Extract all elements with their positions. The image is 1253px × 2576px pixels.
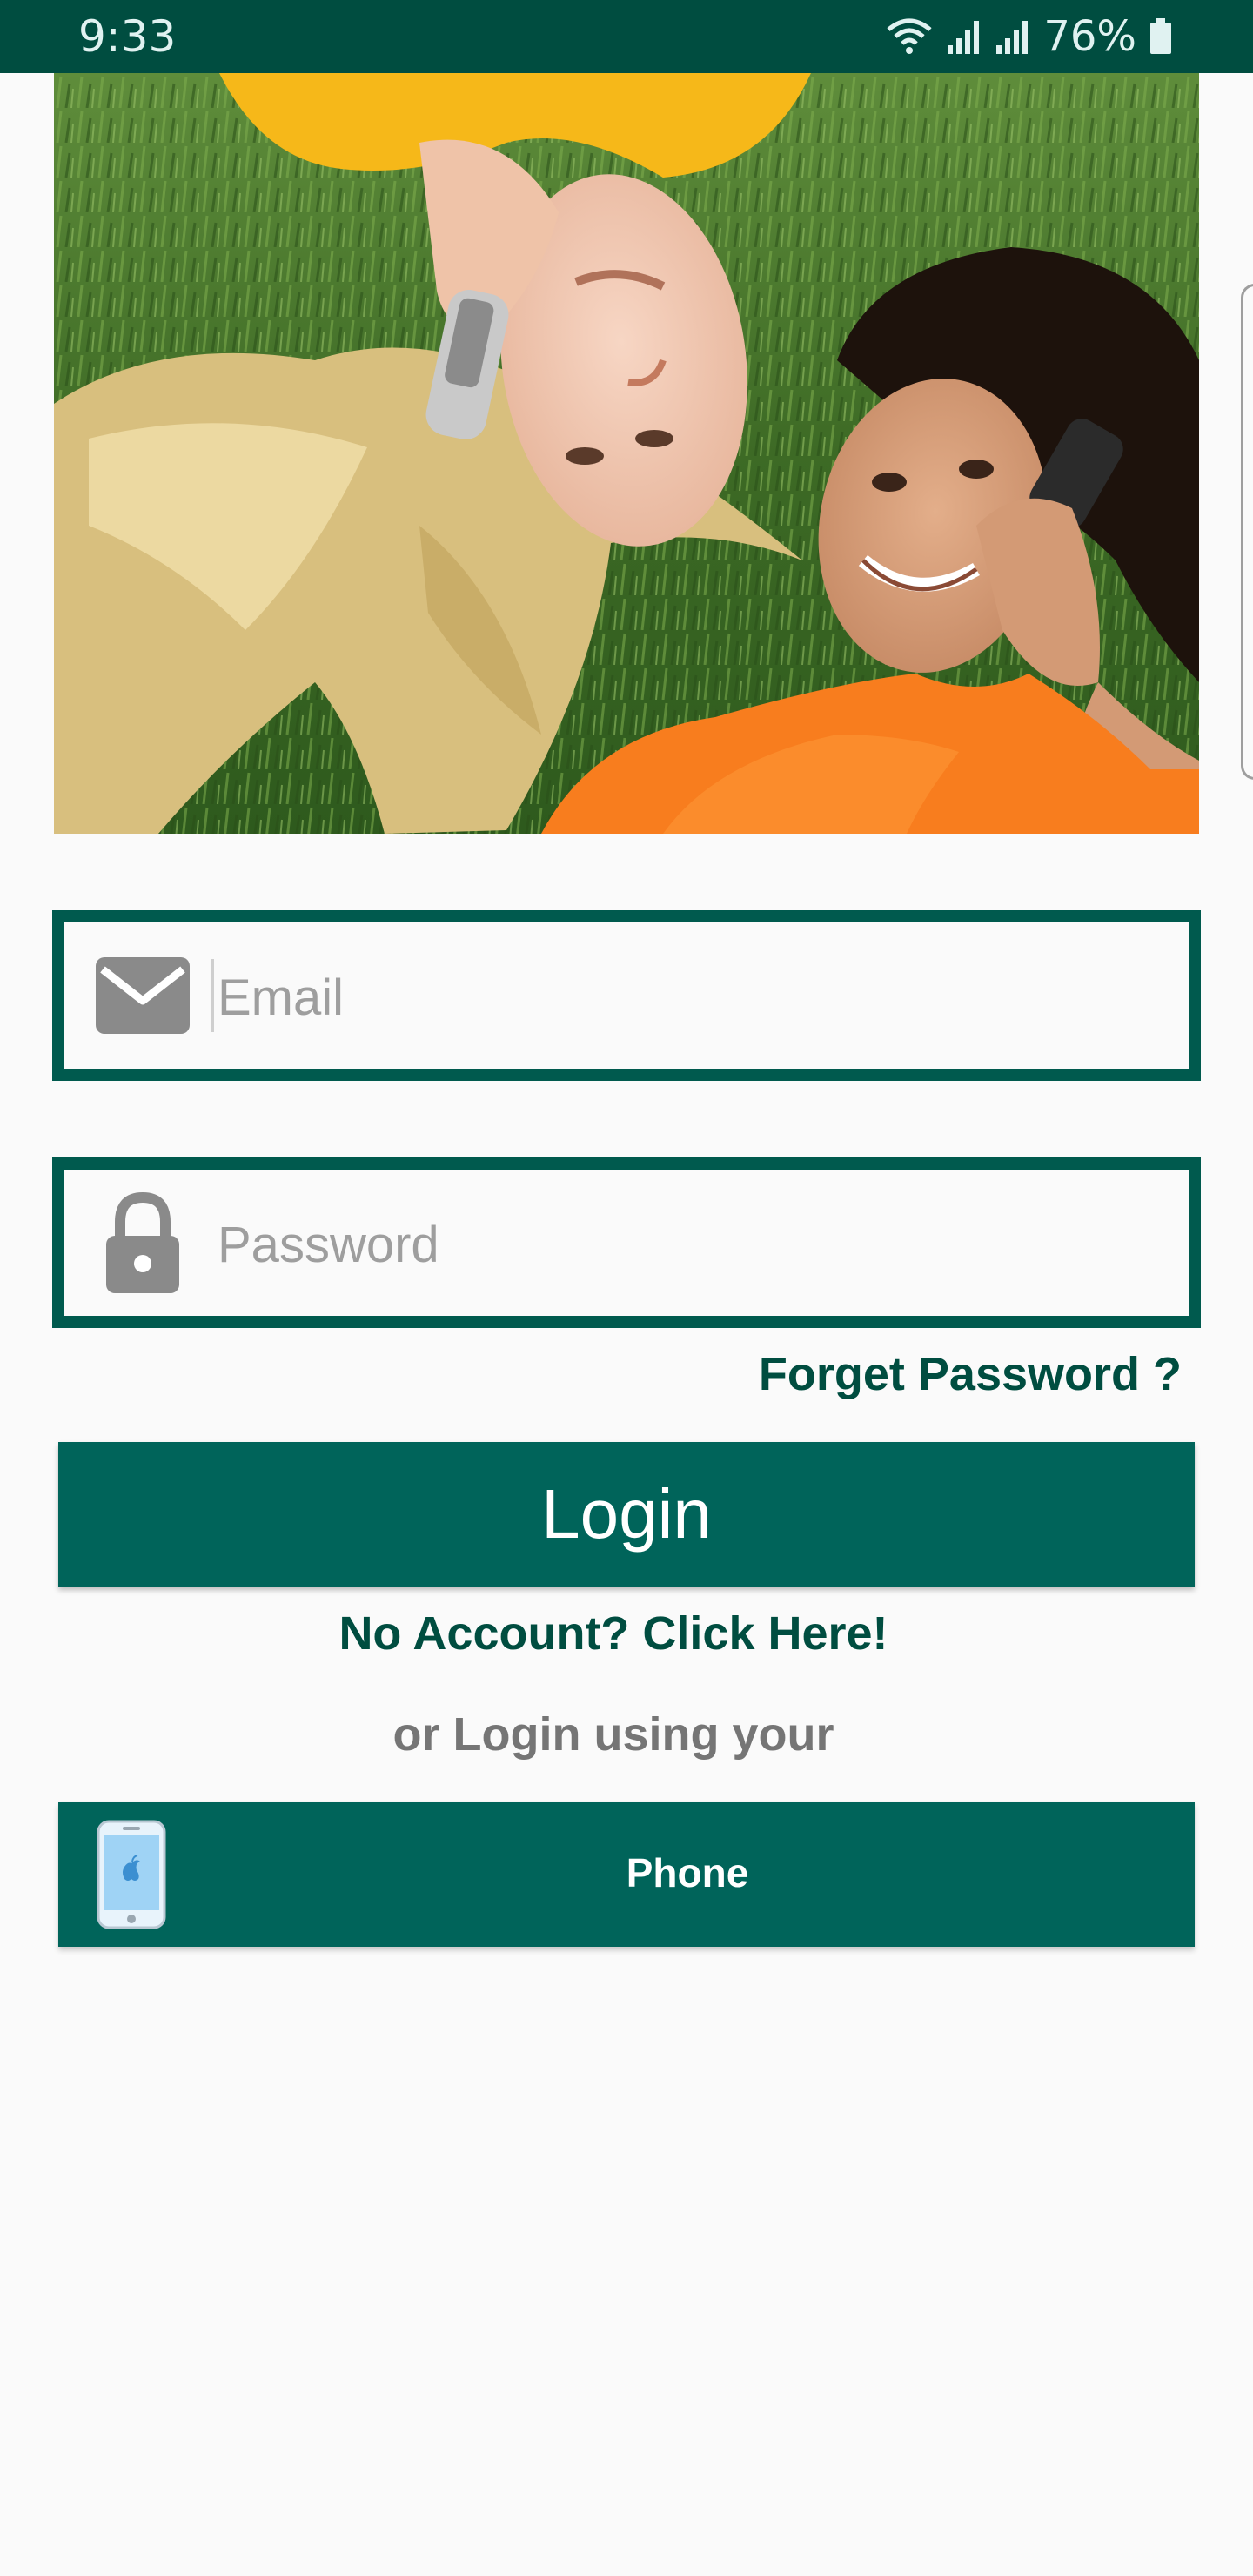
email-field[interactable] bbox=[52, 910, 1201, 1081]
status-icons: 76% bbox=[885, 10, 1173, 63]
envelope-icon bbox=[96, 957, 190, 1034]
signup-link[interactable]: No Account? Click Here! bbox=[0, 1607, 1227, 1660]
status-time: 9:33 bbox=[78, 11, 177, 62]
email-input[interactable] bbox=[218, 954, 1175, 1041]
alt-login-caption: or Login using your bbox=[392, 1708, 834, 1761]
hero-image bbox=[54, 73, 1199, 834]
text-cursor bbox=[211, 959, 214, 1032]
signal-icon bbox=[996, 21, 1029, 54]
wifi-icon bbox=[887, 18, 932, 54]
phone-button-label: Phone bbox=[626, 1850, 749, 1895]
signal-icon bbox=[948, 21, 980, 54]
battery-percent: 76% bbox=[1043, 12, 1136, 61]
phone-login-button[interactable]: Phone bbox=[58, 1802, 1195, 1947]
battery-icon bbox=[1150, 18, 1171, 54]
password-field[interactable] bbox=[52, 1157, 1201, 1328]
status-bar: 9:33 76% bbox=[0, 0, 1253, 73]
password-input[interactable] bbox=[218, 1201, 1175, 1288]
padlock-icon bbox=[106, 1191, 179, 1293]
side-panel-handle[interactable] bbox=[1241, 284, 1253, 780]
couple-on-phones-photo bbox=[54, 73, 1199, 834]
forget-password-link[interactable]: Forget Password ? bbox=[759, 1347, 1182, 1401]
login-button[interactable]: Login bbox=[58, 1442, 1195, 1587]
